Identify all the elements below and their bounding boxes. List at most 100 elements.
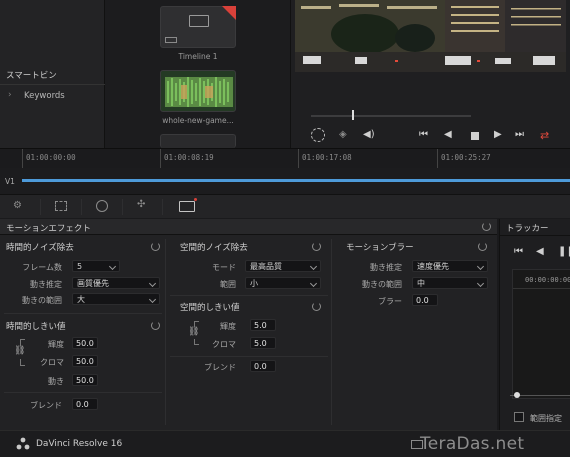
chevron-right-icon[interactable]: › <box>8 90 12 100</box>
chroma-label: クロマ <box>212 340 236 349</box>
page-toolbar: ⚙ ✣ <box>0 194 570 218</box>
app-name: DaVinci Resolve 16 <box>36 439 123 449</box>
clip-timeline-1[interactable] <box>160 6 236 48</box>
spatial-threshold-title: 空間的しきい値 <box>180 303 240 313</box>
status-bar: DaVinci Resolve 16 TeraDas.net <box>0 430 570 457</box>
tracker-scrub-handle[interactable] <box>514 392 520 398</box>
link-bracket <box>20 359 25 366</box>
mode-label: モード <box>212 263 236 272</box>
clip-audio-waveform[interactable] <box>160 70 236 112</box>
viewer: ◈ ◀) ⏮ ◀ ▶ ⏭ ⇄ <box>291 0 570 148</box>
range-label: 範囲指定 <box>530 414 562 423</box>
stop-icon[interactable] <box>471 132 479 140</box>
link-bracket <box>194 339 199 345</box>
timeline-badge-icon <box>165 37 177 43</box>
blur-input[interactable]: 0.0 <box>412 294 438 306</box>
timeline-track-area: V1 <box>0 168 570 194</box>
divider <box>0 84 105 85</box>
radius-dropdown[interactable]: 小 <box>245 277 321 289</box>
sizing-icon[interactable] <box>55 201 67 211</box>
reset-icon[interactable] <box>151 321 160 330</box>
chroma-input[interactable]: 50.0 <box>72 355 98 367</box>
track-label: V1 <box>5 177 15 186</box>
luma-input[interactable]: 50.0 <box>72 337 98 349</box>
motion-effects-icon[interactable] <box>179 201 195 212</box>
chroma-input[interactable]: 5.0 <box>250 337 276 349</box>
clip-name: whole-new-game... <box>162 116 234 125</box>
timeline-icon <box>189 15 209 27</box>
track-reverse-icon[interactable]: ◀ <box>536 246 544 257</box>
davinci-logo-icon <box>16 437 30 450</box>
timeline-ruler[interactable]: 01:00:00:00 01:00:08:19 01:00:17:08 01:0… <box>0 148 570 169</box>
chroma-label: クロマ <box>40 358 64 367</box>
temporal-threshold-title: 時間的しきい値 <box>6 322 66 332</box>
skip-to-end-icon[interactable]: ⏭ <box>515 129 524 140</box>
tracker-title: トラッカー <box>506 224 549 234</box>
radius-label: 範囲 <box>220 280 236 289</box>
magic-mask-icon[interactable]: ✣ <box>137 199 145 210</box>
viewer-frame-image <box>295 0 566 72</box>
motion-range-dropdown[interactable]: 中 <box>412 277 488 289</box>
play-reverse-icon[interactable]: ◀ <box>444 129 452 140</box>
reset-icon[interactable] <box>312 302 321 311</box>
smart-bins-panel: スマートビン › Keywords <box>0 0 105 148</box>
blend-label: ブレンド <box>204 363 236 372</box>
color-wheels-icon[interactable]: ⚙ <box>13 200 22 211</box>
motion-label: 動き <box>48 377 64 386</box>
blend-input[interactable]: 0.0 <box>250 360 276 372</box>
range-checkbox[interactable] <box>514 412 524 422</box>
motion-estimation-label: 動き推定 <box>370 263 402 272</box>
smart-bin-keywords[interactable]: Keywords <box>24 91 65 101</box>
luma-label: 輝度 <box>220 322 236 331</box>
motion-blur-title: モーションブラー <box>346 243 414 253</box>
motion-input[interactable]: 50.0 <box>72 374 98 386</box>
waveform-icon <box>165 77 233 107</box>
tracker-panel: トラッカー ⏮ ◀ ❚❚ 00:00:00:00 範囲指定 <box>499 219 570 430</box>
viewer-mode-icon[interactable] <box>311 128 325 142</box>
skip-to-start-icon[interactable]: ⏮ <box>419 129 428 140</box>
motion-range-label: 動きの範囲 <box>362 280 402 289</box>
luma-input[interactable]: 5.0 <box>250 319 276 331</box>
blend-input[interactable]: 0.0 <box>72 398 98 410</box>
link-icon[interactable]: ⛓ <box>14 346 25 356</box>
motion-effects-panel: 時間的ノイズ除去 フレーム数 5 動き推定 画質優先 動きの範囲 大 時間的しき… <box>0 235 497 430</box>
motion-range-dropdown[interactable]: 大 <box>72 293 160 305</box>
mode-dropdown[interactable]: 最高品質 <box>245 260 321 272</box>
selected-corner-flag <box>222 6 236 20</box>
motion-estimation-dropdown[interactable]: 画質優先 <box>72 277 160 289</box>
playhead[interactable] <box>352 110 354 120</box>
frames-dropdown[interactable]: 5 <box>72 260 120 272</box>
motion-estimation-label: 動き推定 <box>30 280 62 289</box>
motion-effects-header: モーションエフェクト <box>0 219 497 235</box>
loop-icon[interactable]: ⇄ <box>540 129 549 142</box>
active-dot <box>194 198 197 201</box>
reset-icon[interactable] <box>151 242 160 251</box>
media-pool: Timeline 1 whole-new-game... <box>105 0 291 148</box>
speaker-icon[interactable]: ◀) <box>363 129 375 140</box>
layers-icon[interactable]: ◈ <box>339 129 347 140</box>
spatial-nr-title: 空間的ノイズ除去 <box>180 243 248 253</box>
scrubber-track[interactable] <box>311 115 471 117</box>
reset-icon[interactable] <box>478 242 487 251</box>
motion-range-label: 動きの範囲 <box>22 296 62 305</box>
smart-bins-title: スマートビン <box>6 71 57 81</box>
motion-estimation-dropdown[interactable]: 速度優先 <box>412 260 488 272</box>
tracker-timecode: 00:00:00:00 <box>525 276 570 284</box>
clip-thumbnail[interactable] <box>160 134 236 148</box>
clip-name: Timeline 1 <box>178 52 218 61</box>
video-track-bar[interactable] <box>22 179 570 182</box>
reset-icon[interactable] <box>312 242 321 251</box>
tracker-icon[interactable] <box>96 200 108 212</box>
temporal-nr-title: 時間的ノイズ除去 <box>6 243 74 253</box>
pause-icon[interactable]: ❚❚ <box>558 246 570 257</box>
link-icon[interactable]: ⛓ <box>188 327 199 337</box>
panel-title: モーションエフェクト <box>6 224 91 234</box>
ruler-tick-label: 01:00:17:08 <box>302 153 352 162</box>
tracker-graph[interactable]: 00:00:00:00 <box>512 269 570 399</box>
ruler-tick-label: 01:00:08:19 <box>164 153 214 162</box>
track-backward-icon[interactable]: ⏮ <box>514 246 523 257</box>
play-icon[interactable]: ▶ <box>494 129 502 140</box>
frames-label: フレーム数 <box>22 263 62 272</box>
watermark: TeraDas.net <box>420 434 525 454</box>
reset-icon[interactable] <box>482 222 491 231</box>
